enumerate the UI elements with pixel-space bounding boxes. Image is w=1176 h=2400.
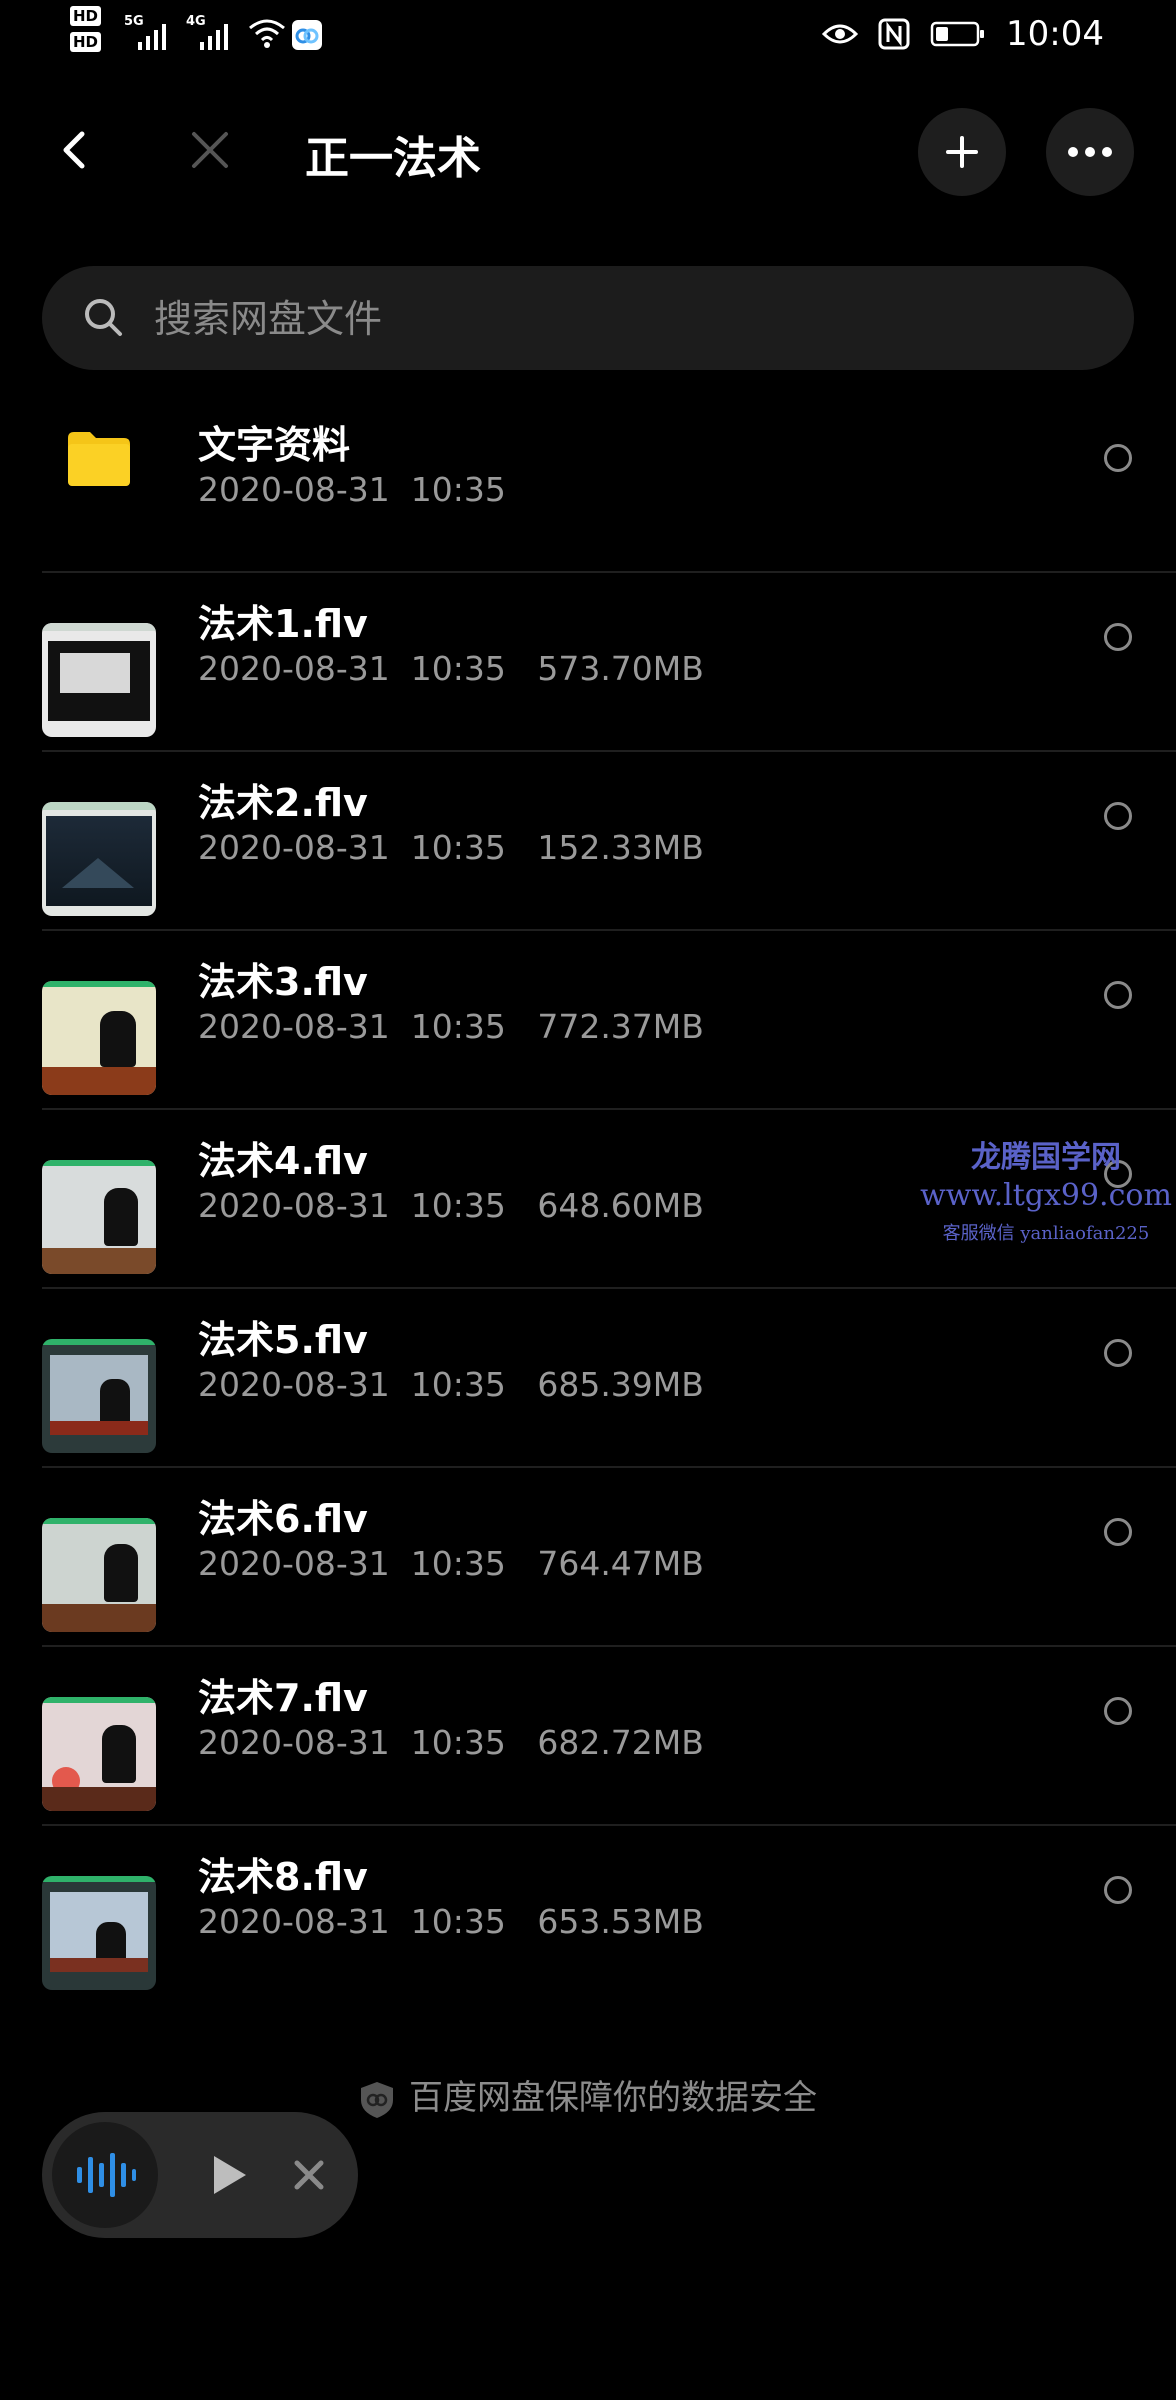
more-icon <box>1068 147 1112 157</box>
file-meta: 2020-08-31 10:35 682.72MB <box>198 1723 704 1762</box>
close-icon[interactable] <box>180 120 240 180</box>
file-name: 法术3.flv <box>198 960 368 1004</box>
video-thumbnail <box>42 623 156 737</box>
select-radio[interactable] <box>1104 1518 1132 1546</box>
file-name: 法术6.flv <box>198 1497 368 1541</box>
list-item[interactable]: 法术1.flv 2020-08-31 10:35 573.70MB <box>0 573 1176 752</box>
file-name: 法术2.flv <box>198 781 368 825</box>
list-item[interactable]: 法术5.flv 2020-08-31 10:35 685.39MB <box>0 1289 1176 1468</box>
audio-wave-icon <box>77 2153 136 2197</box>
list-item[interactable]: 文字资料 2020-08-31 10:35 <box>0 394 1176 573</box>
file-meta: 2020-08-31 10:35 685.39MB <box>198 1365 704 1404</box>
plus-icon <box>946 136 978 168</box>
video-thumbnail <box>42 1697 156 1811</box>
file-meta: 2020-08-31 10:35 764.47MB <box>198 1544 704 1583</box>
more-button[interactable] <box>1046 108 1134 196</box>
status-right: 10:04 <box>822 14 1104 54</box>
select-radio[interactable] <box>1104 802 1132 830</box>
file-meta: 2020-08-31 10:35 <box>198 470 506 509</box>
hd-badge-1: HD <box>70 6 102 26</box>
audio-wave-button[interactable] <box>52 2122 158 2228</box>
hd-badge-2: HD <box>70 32 102 52</box>
list-item[interactable]: 法术6.flv 2020-08-31 10:35 764.47MB <box>0 1468 1176 1647</box>
video-thumbnail <box>42 1518 156 1632</box>
watermark-url: www.ltgx99.com <box>920 1178 1172 1213</box>
nfc-icon <box>878 18 910 50</box>
select-radio[interactable] <box>1104 1339 1132 1367</box>
list-item[interactable]: 法术7.flv 2020-08-31 10:35 682.72MB <box>0 1647 1176 1826</box>
shield-icon <box>361 2081 393 2118</box>
signal-bars-icon <box>138 24 166 50</box>
video-thumbnail <box>42 1876 156 1990</box>
file-meta: 2020-08-31 10:35 648.60MB <box>198 1186 704 1225</box>
file-name: 文字资料 <box>198 423 351 467</box>
video-thumbnail <box>42 1339 156 1453</box>
watermark: 龙腾国学网 www.ltgx99.com 客服微信 yanliaofan225 <box>918 1132 1174 1245</box>
folder-icon <box>68 432 130 486</box>
add-button[interactable] <box>918 108 1006 196</box>
select-radio[interactable] <box>1104 981 1132 1009</box>
watermark-contact: 客服微信 yanliaofan225 <box>942 1223 1150 1244</box>
select-radio[interactable] <box>1104 1876 1132 1904</box>
search-icon <box>85 299 122 336</box>
file-name: 法术7.flv <box>198 1676 368 1720</box>
video-thumbnail <box>42 1160 156 1274</box>
page-title: 正一法术 <box>305 133 481 184</box>
video-thumbnail <box>42 981 156 1095</box>
signal-bars-icon <box>200 24 228 50</box>
play-icon[interactable] <box>210 2152 250 2198</box>
clock: 10:04 <box>1006 14 1104 54</box>
list-item[interactable]: 法术3.flv 2020-08-31 10:35 772.37MB <box>0 931 1176 1110</box>
select-radio[interactable] <box>1104 444 1132 472</box>
status-bar: HD HD 5G 4G 10:04 <box>0 0 1176 72</box>
search-bar[interactable] <box>42 266 1134 370</box>
file-meta: 2020-08-31 10:35 573.70MB <box>198 649 704 688</box>
mini-player[interactable] <box>42 2112 358 2238</box>
security-text: 百度网盘保障你的数据安全 <box>409 2078 817 2118</box>
eye-icon <box>822 24 859 44</box>
select-radio[interactable] <box>1104 623 1132 651</box>
file-meta: 2020-08-31 10:35 653.53MB <box>198 1902 704 1941</box>
file-name: 法术5.flv <box>198 1318 368 1362</box>
video-thumbnail <box>42 802 156 916</box>
hd-indicators: HD HD <box>70 6 118 58</box>
select-radio[interactable] <box>1104 1697 1132 1725</box>
battery-icon <box>930 21 985 47</box>
list-item[interactable]: 法术2.flv 2020-08-31 10:35 152.33MB <box>0 752 1176 931</box>
chevron-left-icon[interactable] <box>48 120 108 180</box>
file-meta: 2020-08-31 10:35 772.37MB <box>198 1007 704 1046</box>
wifi-icon <box>249 19 285 48</box>
close-icon[interactable] <box>292 2158 326 2192</box>
top-bar: 正一法术 <box>0 100 1176 210</box>
file-name: 法术8.flv <box>198 1855 368 1899</box>
search-input[interactable] <box>152 288 1056 350</box>
file-name: 法术4.flv <box>198 1139 368 1183</box>
file-name: 法术1.flv <box>198 602 368 646</box>
list-item[interactable]: 法术8.flv 2020-08-31 10:35 653.53MB <box>0 1826 1176 2005</box>
watermark-title: 龙腾国学网 <box>971 1140 1121 1175</box>
baidu-pan-icon <box>292 20 322 50</box>
file-meta: 2020-08-31 10:35 152.33MB <box>198 828 704 867</box>
